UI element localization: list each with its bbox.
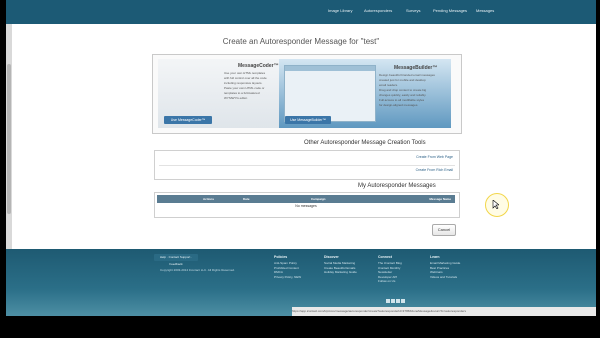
youtube-icon[interactable] [401, 299, 405, 303]
help-bar: Help · Contact Support · Feedback [154, 254, 198, 266]
contact-support-link[interactable]: Contact Support [169, 255, 191, 259]
nav-surveys[interactable]: Surveys [406, 0, 420, 24]
footer-discover: Discover Social Media Marketing Create B… [324, 255, 357, 275]
footer-policies: Policies Anti-Spam Policy Prohibited Con… [274, 255, 302, 279]
footer: Help · Contact Support · Feedback Copyri… [6, 249, 596, 316]
facebook-icon[interactable] [386, 299, 390, 303]
message-builder-card: MessageBuilder™ Design beautiful branded… [279, 59, 451, 128]
message-coder-card: MessageCoder™ Use your own HTML template… [158, 59, 296, 128]
browser-viewport: Image Library Autoresponders Surveys Pen… [6, 0, 596, 316]
my-messages-title: My Autoresponder Messages [358, 183, 436, 189]
browser-status-bar: https://app.icontact.com/icp/core/messag… [292, 307, 596, 316]
social-icons [386, 290, 406, 308]
nav-pending-messages[interactable]: Pending Messages [433, 0, 467, 24]
create-from-rich-email-link[interactable]: Create From Rich Email [416, 168, 453, 172]
builder-preview-image [284, 65, 376, 122]
footer-learn: Learn Email Marketing Guide Best Practic… [430, 255, 461, 279]
other-tools-title: Other Autoresponder Message Creation Too… [304, 140, 426, 146]
scrollbar-thumb[interactable] [7, 64, 11, 214]
page-title: Create an Autoresponder Message for "tes… [222, 37, 380, 46]
column-message-name[interactable]: Message Name [429, 195, 451, 203]
nav-image-library[interactable]: Image Library [328, 0, 352, 24]
message-coder-title: MessageCoder™ [238, 63, 279, 69]
cancel-button[interactable]: Cancel [432, 224, 456, 236]
messages-table: Message Name Campaign Date Actions No me… [154, 192, 460, 218]
column-date[interactable]: Date [243, 195, 250, 203]
help-link[interactable]: Help [160, 255, 166, 259]
builder-options: MessageCoder™ Use your own HTML template… [152, 54, 462, 134]
footer-connect: Connect The iContact Blog iContact Month… [378, 255, 402, 284]
copyright: Copyright 2003-2014 iContact LLC. All Ri… [160, 268, 235, 272]
use-message-builder-button[interactable]: Use MessageBuilder™ [285, 116, 331, 124]
empty-message: No messages [295, 204, 317, 208]
message-builder-description: Design beautiful branded email messages … [379, 73, 435, 107]
linkedin-icon[interactable] [396, 299, 400, 303]
create-from-web-page-link[interactable]: Create From Web Page [416, 155, 453, 159]
nav-messages[interactable]: Messages [476, 0, 494, 24]
column-campaign[interactable]: Campaign [311, 195, 326, 203]
column-actions: Actions [203, 197, 215, 201]
top-navigation: Image Library Autoresponders Surveys Pen… [6, 0, 596, 24]
divider [159, 165, 455, 166]
twitter-icon[interactable] [391, 299, 395, 303]
nav-autoresponders[interactable]: Autoresponders [364, 0, 392, 24]
messages-table-header: Message Name Campaign Date Actions [157, 195, 455, 203]
feedback-link[interactable]: Feedback [169, 262, 182, 266]
use-message-coder-button[interactable]: Use MessageCoder™ [164, 116, 212, 124]
other-tools-list: Create From Web Page Create From Rich Em… [154, 150, 460, 180]
message-builder-title: MessageBuilder™ [394, 65, 438, 71]
mouse-pointer-icon [492, 200, 499, 209]
